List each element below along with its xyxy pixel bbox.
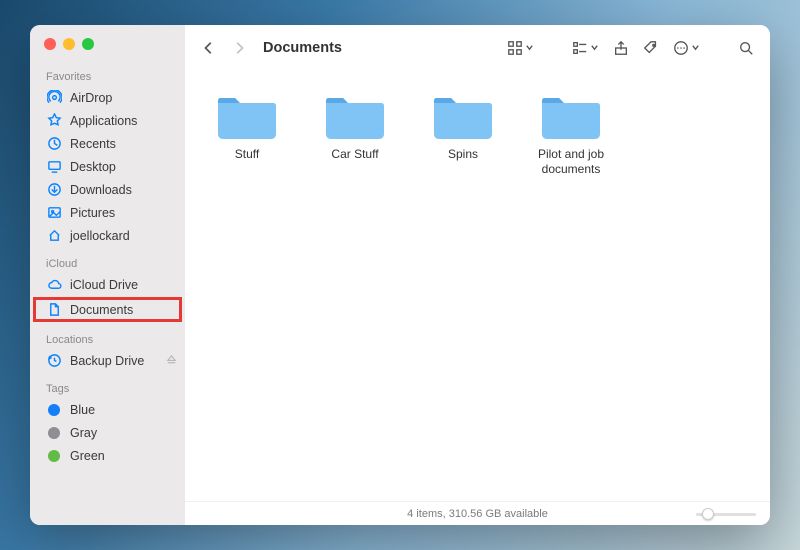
sidebar-item-label: AirDrop xyxy=(70,91,112,105)
tag-dot xyxy=(46,425,62,441)
sidebar-item-label: Documents xyxy=(70,303,133,317)
fullscreen-button[interactable] xyxy=(82,38,94,50)
folder-name: Pilot and job documents xyxy=(521,147,621,177)
share-button[interactable] xyxy=(609,37,633,59)
sidebar-section-label: Locations xyxy=(30,331,185,349)
sidebar-item-downloads[interactable]: Downloads xyxy=(30,178,185,201)
airdrop-icon xyxy=(46,90,62,106)
tag-dot xyxy=(46,448,62,464)
sidebar-item-joellockard[interactable]: joellockard xyxy=(30,224,185,247)
sidebar-item-applications[interactable]: Applications xyxy=(30,109,185,132)
close-button[interactable] xyxy=(44,38,56,50)
folder-item[interactable]: Pilot and job documents xyxy=(517,89,625,177)
sidebar-item-icloud-drive[interactable]: iCloud Drive xyxy=(30,273,185,296)
home-icon xyxy=(46,228,62,244)
sidebar-item-green[interactable]: Green xyxy=(30,444,185,467)
folder-item[interactable]: Stuff xyxy=(193,89,301,177)
sidebar-item-recents[interactable]: Recents xyxy=(30,132,185,155)
sidebar-item-documents[interactable]: Documents xyxy=(34,298,181,321)
applications-icon xyxy=(46,113,62,129)
sidebar-item-label: Gray xyxy=(70,426,97,440)
group-by-button[interactable] xyxy=(568,37,603,59)
status-text: 4 items, 310.56 GB available xyxy=(407,508,548,520)
toolbar: Documents xyxy=(185,25,770,71)
finder-window: Favorites AirDrop Applications Recents Deskt… xyxy=(30,25,770,525)
sidebar-item-backup-drive[interactable]: Backup Drive xyxy=(30,349,185,372)
sidebar-item-label: iCloud Drive xyxy=(70,278,138,292)
search-button[interactable] xyxy=(734,37,758,59)
sidebar-item-label: Applications xyxy=(70,114,137,128)
downloads-icon xyxy=(46,182,62,198)
folder-name: Car Stuff xyxy=(331,147,378,162)
folder-item[interactable]: Spins xyxy=(409,89,517,177)
folder-name: Spins xyxy=(448,147,478,162)
sidebar-section-label: iCloud xyxy=(30,255,185,273)
chevron-down-icon xyxy=(590,39,599,57)
location-title: Documents xyxy=(263,40,342,56)
sidebar-section-label: Favorites xyxy=(30,68,185,86)
forward-button[interactable] xyxy=(227,36,251,60)
sidebar: Favorites AirDrop Applications Recents Deskt… xyxy=(30,25,185,525)
sidebar-item-blue[interactable]: Blue xyxy=(30,398,185,421)
sidebar-item-airdrop[interactable]: AirDrop xyxy=(30,86,185,109)
minimize-button[interactable] xyxy=(63,38,75,50)
document-icon xyxy=(46,302,62,318)
sidebar-item-label: Desktop xyxy=(70,160,116,174)
recents-icon xyxy=(46,136,62,152)
pictures-icon xyxy=(46,205,62,221)
icon-size-slider[interactable] xyxy=(696,508,756,520)
sidebar-item-pictures[interactable]: Pictures xyxy=(30,201,185,224)
sidebar-item-gray[interactable]: Gray xyxy=(30,421,185,444)
main-pane: Documents xyxy=(185,25,770,525)
view-mode-button[interactable] xyxy=(503,37,538,59)
tags-button[interactable] xyxy=(639,37,663,59)
tag-dot xyxy=(46,402,62,418)
folder-content[interactable]: Stuff Car Stuff Spins Pilot and job documen… xyxy=(185,71,770,501)
sidebar-item-label: Green xyxy=(70,449,105,463)
sidebar-item-label: joellockard xyxy=(70,229,130,243)
sidebar-item-label: Pictures xyxy=(70,206,115,220)
sidebar-section-label: Tags xyxy=(30,380,185,398)
chevron-down-icon xyxy=(691,39,700,57)
folder-item[interactable]: Car Stuff xyxy=(301,89,409,177)
sidebar-item-desktop[interactable]: Desktop xyxy=(30,155,185,178)
sidebar-item-label: Blue xyxy=(70,403,95,417)
sidebar-item-label: Recents xyxy=(70,137,116,151)
chevron-down-icon xyxy=(525,39,534,57)
action-button[interactable] xyxy=(669,37,704,59)
timemachine-icon xyxy=(46,353,62,369)
sidebar-item-label: Downloads xyxy=(70,183,132,197)
folder-name: Stuff xyxy=(235,147,259,162)
cloud-icon xyxy=(46,277,62,293)
desktop-icon xyxy=(46,159,62,175)
back-button[interactable] xyxy=(197,36,221,60)
sidebar-item-label: Backup Drive xyxy=(70,354,144,368)
window-controls xyxy=(30,35,185,68)
eject-icon[interactable] xyxy=(166,354,177,368)
status-bar: 4 items, 310.56 GB available xyxy=(185,501,770,525)
